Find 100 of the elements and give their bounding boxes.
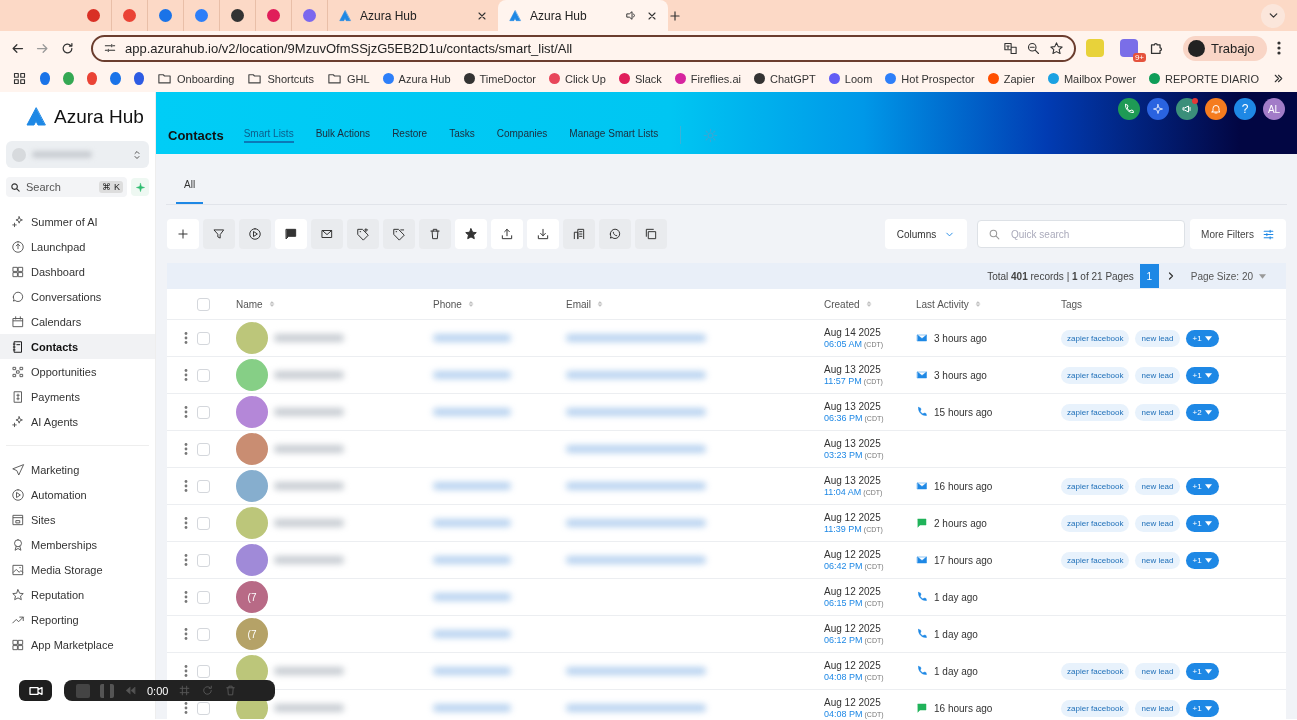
sidebar-item[interactable]: Launchpad — [0, 234, 155, 259]
row-checkbox[interactable] — [197, 331, 210, 345]
sidebar-item[interactable]: Reporting — [0, 607, 155, 632]
row-checkbox[interactable] — [197, 553, 210, 567]
row-checkbox[interactable] — [197, 627, 210, 641]
row-checkbox[interactable] — [197, 516, 210, 530]
pause-icon[interactable] — [100, 683, 114, 698]
sidebar-item[interactable]: Marketing — [0, 457, 155, 482]
sidebar-item[interactable]: Payments — [0, 384, 155, 409]
bookmark[interactable]: ChatGPT — [753, 72, 816, 85]
column-header[interactable]: Last Activity — [916, 298, 969, 310]
sidebar-item[interactable]: Summer of AI — [0, 209, 155, 234]
row-checkbox[interactable] — [197, 368, 210, 382]
column-header[interactable]: Email — [566, 298, 591, 310]
bookmark[interactable]: TimeDoctor — [463, 72, 536, 85]
sidebar-item[interactable]: Contacts — [0, 334, 155, 359]
sidebar-item[interactable]: Dashboard — [0, 259, 155, 284]
select-all-checkbox[interactable] — [197, 297, 210, 311]
browser-tab[interactable]: Azura Hub — [328, 0, 498, 31]
bookmark[interactable]: Hot Prospector — [885, 72, 975, 85]
profile-button[interactable]: Trabajo — [1183, 35, 1267, 61]
drag-handle-icon[interactable] — [184, 628, 188, 640]
toolbar-button[interactable] — [563, 219, 595, 249]
sidebar-item[interactable]: Conversations — [0, 284, 155, 309]
extension-icon[interactable] — [1120, 39, 1138, 57]
notifications-button[interactable] — [1205, 98, 1227, 120]
toolbar-button[interactable] — [275, 219, 307, 249]
toolbar-button[interactable] — [419, 219, 451, 249]
bookmark[interactable]: Onboarding — [156, 71, 235, 86]
more-tags-button[interactable]: +1 — [1185, 551, 1219, 569]
camera-button[interactable] — [19, 680, 52, 701]
more-tags-button[interactable]: +1 — [1185, 477, 1219, 495]
drag-handle-icon[interactable] — [184, 443, 188, 455]
bookmark[interactable]: Zapier — [987, 72, 1035, 85]
drag-handle-icon[interactable] — [184, 517, 188, 529]
row-checkbox[interactable] — [197, 405, 210, 419]
more-tags-button[interactable]: +1 — [1185, 366, 1219, 384]
page-size-select[interactable]: Page Size: 20 — [1190, 270, 1266, 282]
more-tags-button[interactable]: +1 — [1185, 699, 1219, 717]
drag-handle-icon[interactable] — [184, 406, 188, 418]
bookmark[interactable]: REPORTE DIARIO — [1149, 72, 1259, 85]
sidebar-item[interactable]: App Marketplace — [0, 632, 155, 657]
more-tags-button[interactable]: +1 — [1185, 329, 1219, 347]
column-header[interactable]: Created — [824, 298, 860, 310]
sidebar-item[interactable]: Opportunities — [0, 359, 155, 384]
announcements-button[interactable] — [1176, 98, 1198, 120]
drag-handle-icon[interactable] — [184, 702, 188, 714]
tab-search-button[interactable] — [1261, 3, 1285, 28]
help-button[interactable]: ? — [1234, 98, 1256, 120]
drag-handle-icon[interactable] — [184, 369, 188, 381]
bookmark[interactable]: Slack — [618, 72, 662, 85]
bookmark[interactable]: GHL — [326, 71, 370, 86]
more-tags-button[interactable]: +2 — [1185, 403, 1219, 421]
page-button[interactable]: 1 — [1139, 264, 1159, 288]
list-tab[interactable]: All — [176, 179, 204, 204]
bookmark[interactable]: Azura Hub — [382, 72, 451, 85]
row-checkbox[interactable] — [197, 590, 210, 604]
drag-handle-icon[interactable] — [184, 332, 188, 344]
sidebar-item[interactable]: Memberships — [0, 532, 155, 557]
row-checkbox[interactable] — [197, 442, 210, 456]
drag-handle-icon[interactable] — [184, 665, 188, 677]
more-filters-button[interactable]: More Filters — [1190, 219, 1286, 249]
bookmark[interactable]: Loom — [828, 72, 873, 85]
sidebar-item[interactable]: AI Agents — [0, 409, 155, 434]
location-switcher[interactable] — [6, 141, 149, 168]
phone-button[interactable] — [1118, 98, 1140, 120]
nav-tab[interactable]: Bulk Actions — [315, 127, 371, 143]
more-icon[interactable] — [1276, 41, 1281, 55]
row-checkbox[interactable] — [197, 701, 210, 715]
sidebar-item[interactable]: Media Storage — [0, 557, 155, 582]
more-tags-button[interactable]: +1 — [1185, 514, 1219, 532]
sidebar-item[interactable]: Reputation — [0, 582, 155, 607]
bookmark[interactable]: Shortcuts — [247, 71, 314, 86]
column-header[interactable]: Phone — [433, 298, 462, 310]
nav-tab[interactable]: Tasks — [449, 127, 475, 143]
browser-tab[interactable]: Azura Hub — [498, 0, 668, 31]
bookmark[interactable]: Click Up — [548, 72, 606, 85]
toolbar-button[interactable] — [455, 219, 487, 249]
address-bar[interactable]: app.azurahub.io/v2/location/9MzuvOfmSSjzG5EB2D1u/contacts/smart_list/All — [91, 34, 1076, 62]
toolbar-button[interactable] — [635, 219, 667, 249]
nav-tab[interactable]: Companies — [496, 127, 548, 143]
search-field[interactable]: Search ⌘ K — [6, 177, 127, 197]
drag-handle-icon[interactable] — [184, 480, 188, 492]
bookmark[interactable]: Mailbox Power — [1047, 72, 1137, 85]
sidebar-item[interactable]: Sites — [0, 507, 155, 532]
more-tags-button[interactable]: +1 — [1185, 662, 1219, 680]
nav-tab[interactable]: Manage Smart Lists — [569, 127, 659, 143]
sidebar-item[interactable]: Automation — [0, 482, 155, 507]
drag-handle-icon[interactable] — [184, 591, 188, 603]
nav-tab[interactable]: Restore — [392, 127, 428, 143]
columns-button[interactable]: Columns — [885, 219, 967, 249]
column-header[interactable]: Name — [236, 298, 263, 310]
toolbar-button[interactable] — [311, 219, 343, 249]
bookmark[interactable]: Fireflies.ai — [674, 72, 741, 85]
sidebar-item[interactable]: Calendars — [0, 309, 155, 334]
nav-tab[interactable]: Smart Lists — [243, 127, 294, 143]
row-checkbox[interactable] — [197, 664, 210, 678]
row-checkbox[interactable] — [197, 479, 210, 493]
drag-handle-icon[interactable] — [184, 554, 188, 566]
ai-button[interactable] — [1147, 98, 1169, 120]
